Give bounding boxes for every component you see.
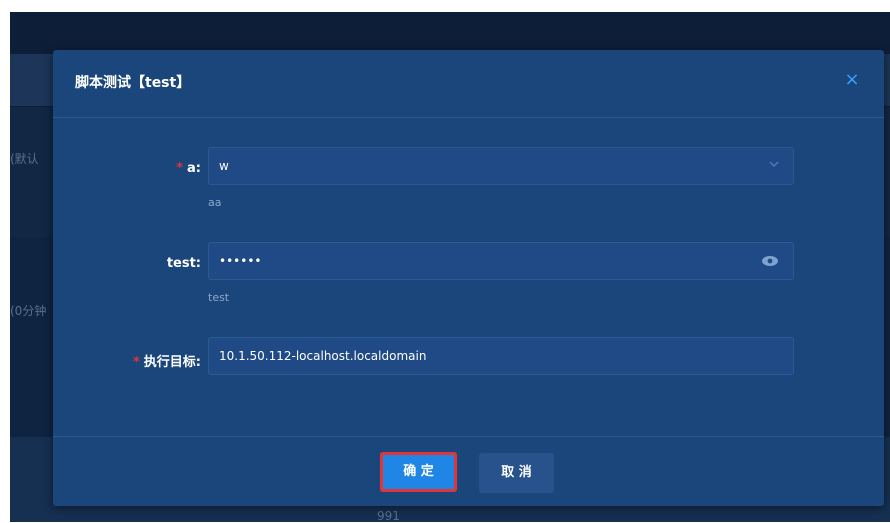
field-a-label: * a: — [176, 161, 201, 176]
cancel-button[interactable]: 取 消 — [479, 453, 554, 493]
field-test-label: test: — [166, 256, 201, 271]
confirm-button[interactable]: 确 定 — [380, 452, 457, 492]
field-test-hint: test — [208, 291, 230, 304]
field-a-value: w — [219, 159, 229, 173]
required-mark: * — [176, 161, 184, 176]
dialog-footer: 确 定 取 消 — [53, 436, 884, 507]
background-text: (默认 — [10, 152, 39, 166]
field-test-password-input[interactable]: •••••• — [208, 242, 794, 280]
field-target-label: * 执行目标: — [132, 355, 201, 370]
chevron-down-icon[interactable] — [769, 159, 779, 169]
field-target-input[interactable]: 10.1.50.112-localhost.localdomain — [208, 337, 794, 375]
required-mark: * — [132, 355, 140, 370]
field-a-select[interactable]: w — [208, 147, 794, 185]
eye-icon[interactable] — [761, 255, 779, 267]
background-text: (0分钟 — [10, 304, 47, 318]
close-icon[interactable]: × — [842, 70, 862, 90]
background-text: 991 — [377, 509, 400, 523]
script-test-dialog: 脚本测试【test】 × * a: w aa test: •••••• test … — [53, 50, 884, 506]
field-a-hint: aa — [208, 196, 222, 209]
field-test-value: •••••• — [219, 254, 262, 268]
field-target-value: 10.1.50.112-localhost.localdomain — [219, 349, 427, 363]
dialog-title: 脚本测试【test】 — [75, 75, 191, 91]
dialog-header: 脚本测试【test】 × — [53, 50, 884, 118]
